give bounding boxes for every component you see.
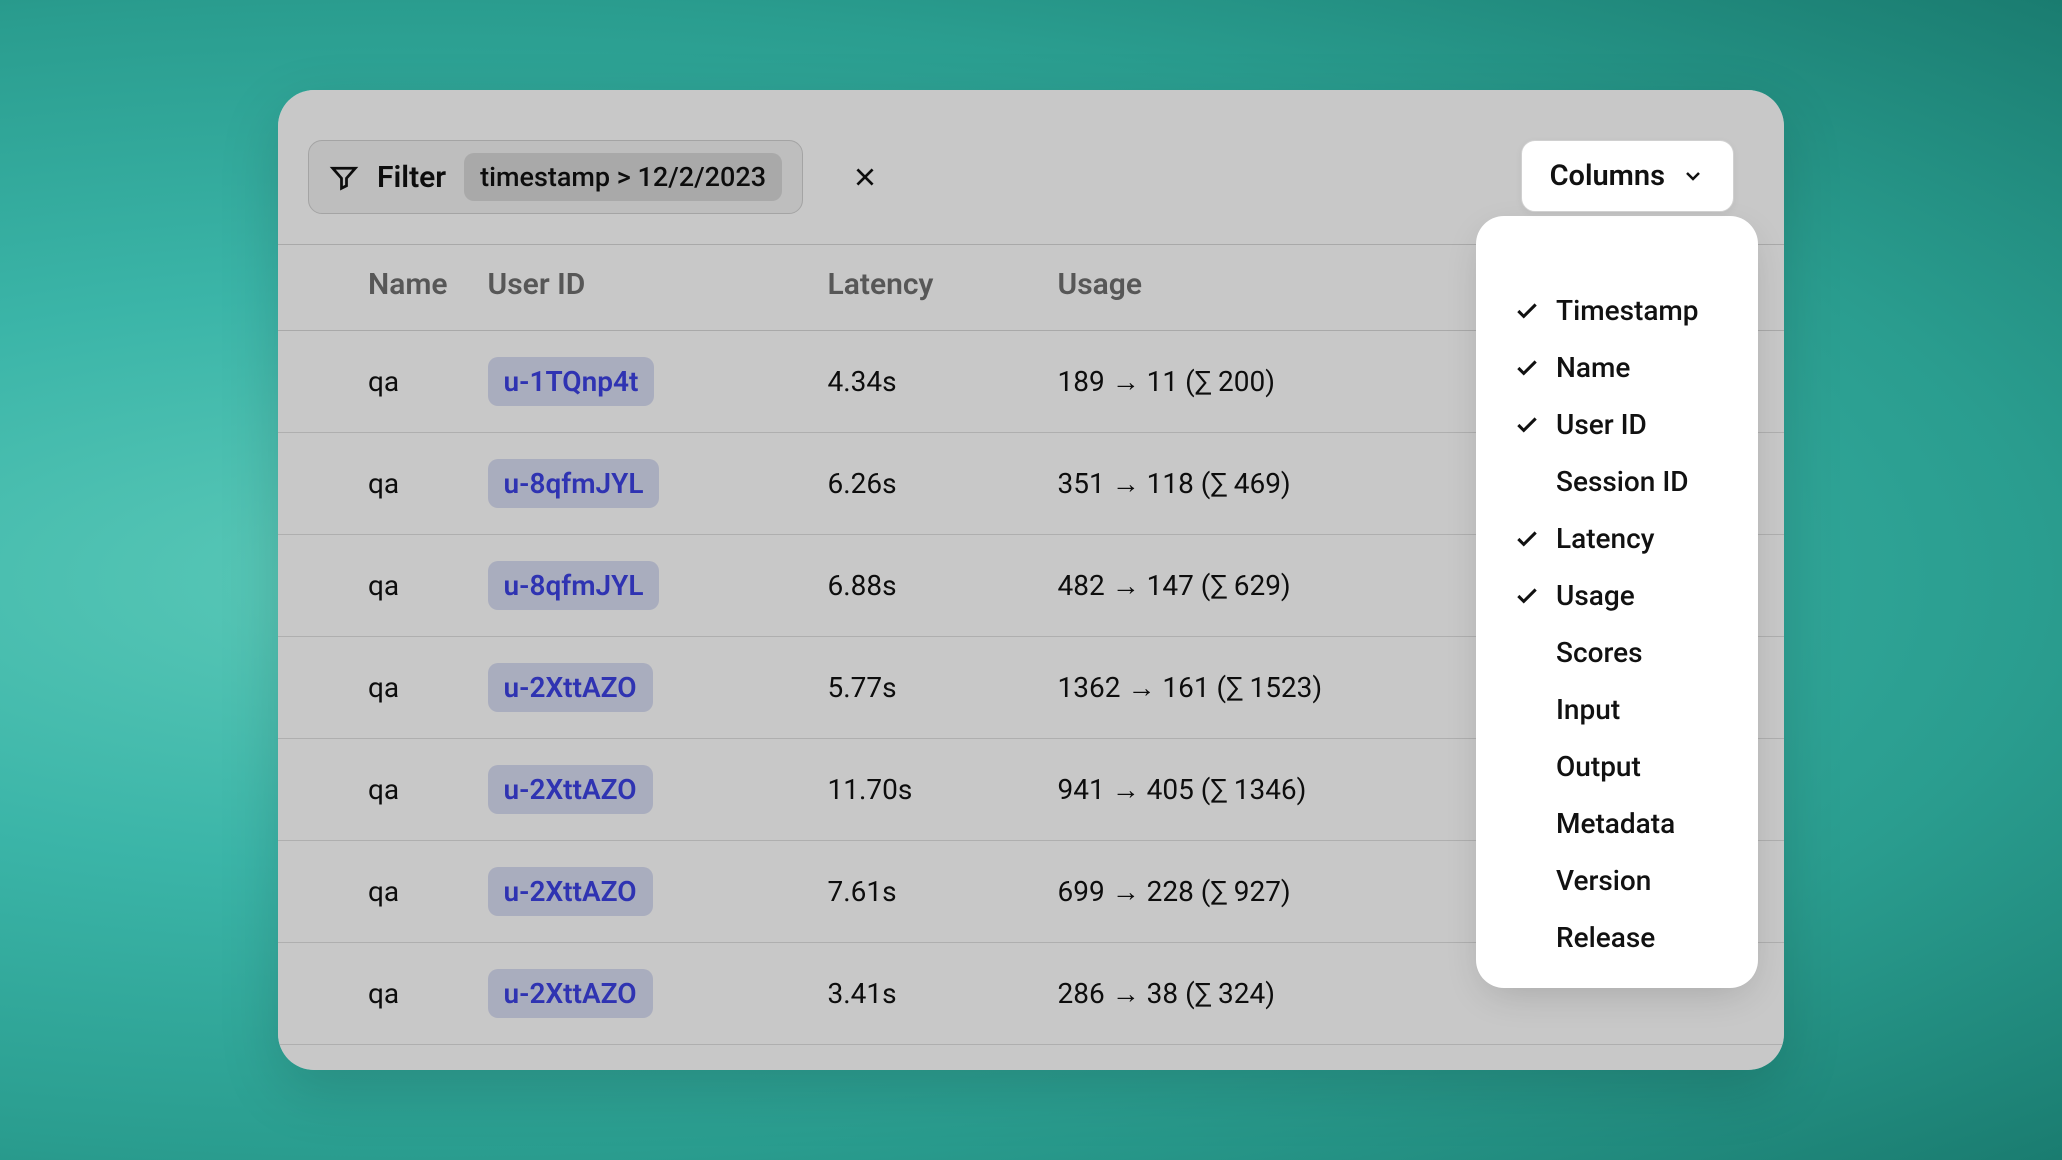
- column-option[interactable]: Usage: [1496, 567, 1738, 624]
- cell-name: qa: [278, 943, 468, 1045]
- column-option-label: Release: [1556, 921, 1655, 954]
- columns-button-label: Columns: [1550, 159, 1665, 193]
- cell-latency: 6.88s: [808, 535, 1038, 637]
- col-header-userid[interactable]: User ID: [468, 245, 808, 331]
- column-option[interactable]: User ID: [1496, 396, 1738, 453]
- column-option-label: Timestamp: [1556, 294, 1699, 327]
- cell-userid: u-8qfmJYL: [468, 433, 808, 535]
- column-option[interactable]: Input: [1496, 681, 1738, 738]
- col-header-latency[interactable]: Latency: [808, 245, 1038, 331]
- cell-userid: u-1TQnp4t: [468, 331, 808, 433]
- cell-userid: u-2XttAZO: [468, 739, 808, 841]
- close-icon: [852, 164, 878, 190]
- cell-userid: u-2XttAZO: [468, 1045, 808, 1071]
- cell-name: qa: [278, 841, 468, 943]
- filter-label: Filter: [377, 160, 446, 195]
- column-option-label: User ID: [1556, 408, 1647, 441]
- check-icon: [1514, 355, 1540, 381]
- cell-userid: u-2XttAZO: [468, 637, 808, 739]
- cell-userid: u-8qfmJYL: [468, 535, 808, 637]
- cell-latency: 6.26s: [808, 433, 1038, 535]
- column-option[interactable]: Latency: [1496, 510, 1738, 567]
- main-panel: Filter timestamp > 12/2/2023 Name User I…: [278, 90, 1784, 1070]
- check-icon: [1514, 583, 1540, 609]
- cell-userid: u-2XttAZO: [468, 841, 808, 943]
- column-option[interactable]: Scores: [1496, 624, 1738, 681]
- cell-latency: 7.61s: [808, 841, 1038, 943]
- column-option[interactable]: Timestamp: [1496, 282, 1738, 339]
- filter-button[interactable]: Filter timestamp > 12/2/2023: [308, 140, 803, 214]
- user-id-link[interactable]: u-8qfmJYL: [488, 561, 660, 610]
- cell-name: qa: [278, 331, 468, 433]
- table-row[interactable]: qau-2XttAZO6.73s391 → 181 (∑ 572): [278, 1045, 1784, 1071]
- user-id-link[interactable]: u-8qfmJYL: [488, 459, 660, 508]
- filter-chip[interactable]: timestamp > 12/2/2023: [464, 153, 782, 201]
- column-option-label: Scores: [1556, 636, 1643, 669]
- chevron-down-icon: [1681, 164, 1705, 188]
- column-option-label: Session ID: [1556, 465, 1689, 498]
- cell-latency: 4.34s: [808, 331, 1038, 433]
- cell-name: qa: [278, 1045, 468, 1071]
- cell-name: qa: [278, 433, 468, 535]
- check-icon: [1514, 526, 1540, 552]
- column-option-label: Metadata: [1556, 807, 1675, 840]
- columns-dropdown: Timestamp Name User ID Session ID Latency Usa…: [1486, 226, 1748, 978]
- column-option-label: Output: [1556, 750, 1641, 783]
- columns-button[interactable]: Columns: [1521, 140, 1734, 212]
- cell-userid: u-2XttAZO: [468, 943, 808, 1045]
- user-id-link[interactable]: u-2XttAZO: [488, 663, 653, 712]
- column-option-label: Latency: [1556, 522, 1654, 555]
- cell-usage: 391 → 181 (∑ 572): [1038, 1045, 1784, 1071]
- column-option-label: Version: [1556, 864, 1651, 897]
- column-option[interactable]: Output: [1496, 738, 1738, 795]
- cell-latency: 11.70s: [808, 739, 1038, 841]
- cell-latency: 3.41s: [808, 943, 1038, 1045]
- cell-latency: 5.77s: [808, 637, 1038, 739]
- column-option[interactable]: Session ID: [1496, 453, 1738, 510]
- column-option[interactable]: Name: [1496, 339, 1738, 396]
- column-option-label: Input: [1556, 693, 1620, 726]
- cell-name: qa: [278, 739, 468, 841]
- column-option[interactable]: Release: [1496, 909, 1738, 966]
- column-option-label: Usage: [1556, 579, 1635, 612]
- user-id-link[interactable]: u-2XttAZO: [488, 867, 653, 916]
- check-icon: [1514, 298, 1540, 324]
- column-option[interactable]: Version: [1496, 852, 1738, 909]
- user-id-link[interactable]: u-2XttAZO: [488, 969, 653, 1018]
- cell-name: qa: [278, 637, 468, 739]
- user-id-link[interactable]: u-1TQnp4t: [488, 357, 655, 406]
- filter-icon: [329, 162, 359, 192]
- cell-name: qa: [278, 535, 468, 637]
- col-header-name[interactable]: Name: [278, 245, 468, 331]
- user-id-link[interactable]: u-2XttAZO: [488, 765, 653, 814]
- check-icon: [1514, 412, 1540, 438]
- clear-filter-button[interactable]: [843, 155, 887, 199]
- cell-latency: 6.73s: [808, 1045, 1038, 1071]
- column-option[interactable]: Metadata: [1496, 795, 1738, 852]
- column-option-label: Name: [1556, 351, 1630, 384]
